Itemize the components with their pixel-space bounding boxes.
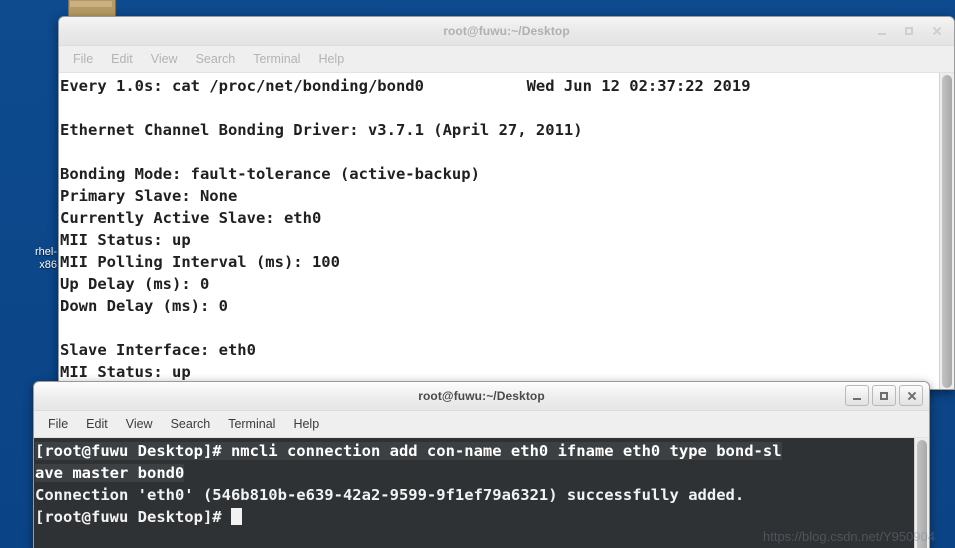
menu-search[interactable]: Search — [196, 52, 236, 66]
menu-file[interactable]: File — [73, 52, 93, 66]
terminal-line: MII Status: up — [60, 231, 191, 249]
terminal-line: Up Delay (ms): 0 — [60, 275, 210, 293]
terminal-line: MII Polling Interval (ms): 100 — [60, 253, 340, 271]
close-icon[interactable] — [924, 20, 948, 41]
menu-terminal[interactable]: Terminal — [253, 52, 300, 66]
titlebar-nmcli[interactable]: root@fuwu:~/Desktop — [34, 382, 929, 411]
window-controls-nmcli — [845, 385, 923, 406]
window-title-nmcli: root@fuwu:~/Desktop — [418, 389, 545, 403]
minimize-icon[interactable] — [870, 20, 894, 41]
terminal-line: Ethernet Channel Bonding Driver: v3.7.1 … — [60, 121, 583, 139]
desktop-icon-label-line1: rhel- — [34, 246, 57, 258]
terminal-output-watch[interactable]: Every 1.0s: cat /proc/net/bonding/bond0 … — [59, 73, 939, 389]
terminal-line: MII Status: up — [60, 363, 191, 381]
desktop-icon-label-line2: x86 — [39, 259, 57, 271]
terminal-cursor — [230, 508, 242, 525]
menu-edit[interactable]: Edit — [111, 52, 133, 66]
screen: rhel- x86 root@fuwu:~/Desktop File Edit … — [0, 0, 955, 548]
terminal-line: Every 1.0s: cat /proc/net/bonding/bond0 … — [60, 77, 751, 95]
maximize-icon[interactable] — [897, 20, 921, 41]
minimize-icon[interactable] — [845, 385, 869, 406]
menu-help[interactable]: Help — [293, 417, 319, 431]
scrollbar-watch[interactable] — [939, 73, 954, 389]
terminal-line: Slave Interface: eth0 — [60, 341, 256, 359]
window-controls-watch — [870, 20, 948, 41]
menubar-nmcli: File Edit View Search Terminal Help — [34, 411, 929, 438]
close-icon[interactable] — [899, 385, 923, 406]
menu-help[interactable]: Help — [318, 52, 344, 66]
terminal-output-nmcli[interactable]: [root@fuwu Desktop]# nmcli connection ad… — [34, 438, 914, 548]
terminal-line: Connection 'eth0' (546b810b-e639-42a2-95… — [35, 486, 745, 504]
terminal-line: Down Delay (ms): 0 — [60, 297, 228, 315]
terminal-line: Currently Active Slave: eth0 — [60, 209, 322, 227]
menu-terminal[interactable]: Terminal — [228, 417, 275, 431]
terminal-area-watch: Every 1.0s: cat /proc/net/bonding/bond0 … — [59, 73, 954, 389]
terminal-area-nmcli: [root@fuwu Desktop]# nmcli connection ad… — [34, 438, 929, 548]
menu-search[interactable]: Search — [171, 417, 211, 431]
menu-view[interactable]: View — [126, 417, 153, 431]
terminal-line: ave master bond0 — [35, 464, 185, 482]
terminal-window-nmcli[interactable]: root@fuwu:~/Desktop File Edit View Searc… — [33, 381, 930, 548]
menu-edit[interactable]: Edit — [86, 417, 108, 431]
scrollbar-thumb-watch[interactable] — [942, 75, 952, 388]
maximize-icon[interactable] — [872, 385, 896, 406]
scrollbar-nmcli[interactable] — [914, 438, 929, 548]
window-title-watch: root@fuwu:~/Desktop — [443, 24, 570, 38]
desktop-icon-rhel-iso[interactable]: rhel- x86 — [0, 246, 57, 272]
terminal-line: Bonding Mode: fault-tolerance (active-ba… — [60, 165, 480, 183]
terminal-window-watch-bond0[interactable]: root@fuwu:~/Desktop File Edit View Searc… — [58, 16, 955, 390]
scrollbar-thumb-nmcli[interactable] — [917, 440, 927, 548]
terminal-line: Primary Slave: None — [60, 187, 238, 205]
menubar-watch: File Edit View Search Terminal Help — [59, 46, 954, 73]
titlebar-watch[interactable]: root@fuwu:~/Desktop — [59, 17, 954, 46]
menu-file[interactable]: File — [48, 417, 68, 431]
terminal-line: [root@fuwu Desktop]# — [35, 506, 914, 528]
terminal-line: [root@fuwu Desktop]# nmcli connection ad… — [35, 442, 782, 460]
menu-view[interactable]: View — [151, 52, 178, 66]
